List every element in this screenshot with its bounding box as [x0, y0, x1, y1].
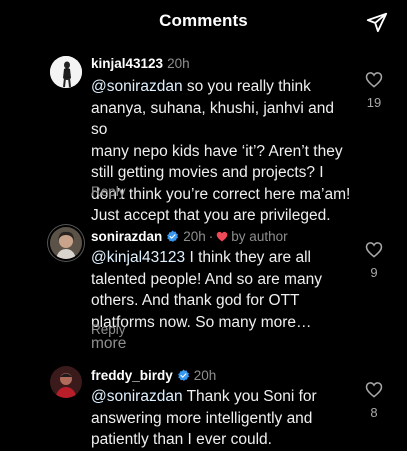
timestamp: 20h: [167, 56, 190, 71]
timestamp: 20h: [193, 368, 217, 383]
reply-button[interactable]: Reply: [91, 322, 126, 337]
verified-badge-icon: [177, 369, 189, 381]
mention-link[interactable]: @sonirazdan: [91, 388, 183, 405]
avatar[interactable]: [50, 227, 82, 259]
mention-link[interactable]: @sonirazdan: [91, 78, 183, 95]
header: Comments: [0, 0, 407, 44]
username[interactable]: freddy_birdy: [91, 368, 173, 383]
timestamp: 20h: [183, 229, 206, 244]
username[interactable]: sonirazdan: [91, 229, 162, 244]
comment-text: @sonirazdan so you really think ananya, …: [91, 78, 351, 224]
by-author-label: by author: [231, 229, 288, 244]
heart-icon: [365, 382, 383, 398]
avatar[interactable]: [50, 56, 82, 88]
paper-plane-icon[interactable]: [366, 11, 388, 33]
like-button[interactable]: 9: [363, 241, 385, 280]
like-count: 8: [370, 405, 378, 420]
like-button[interactable]: 8: [363, 381, 385, 420]
heart-icon: [365, 72, 383, 88]
comment-text: @sonirazdan Thank you Soni for answering…: [91, 388, 317, 448]
comment-text: @kinjal43123 I think they are all talent…: [91, 249, 322, 352]
avatar[interactable]: [50, 366, 82, 398]
reply-button[interactable]: Reply: [91, 184, 126, 199]
mention-link[interactable]: @kinjal43123: [91, 249, 185, 266]
username[interactable]: kinjal43123: [91, 56, 163, 71]
page-title: Comments: [159, 11, 248, 30]
more-link[interactable]: more: [91, 335, 126, 352]
separator-dot: ·: [208, 229, 214, 244]
like-button[interactable]: 19: [363, 71, 385, 110]
verified-badge-icon: [167, 230, 179, 242]
like-count: 9: [370, 265, 378, 280]
like-count: 19: [366, 95, 382, 110]
heart-icon: [365, 242, 383, 258]
author-heart-icon: [217, 231, 228, 242]
